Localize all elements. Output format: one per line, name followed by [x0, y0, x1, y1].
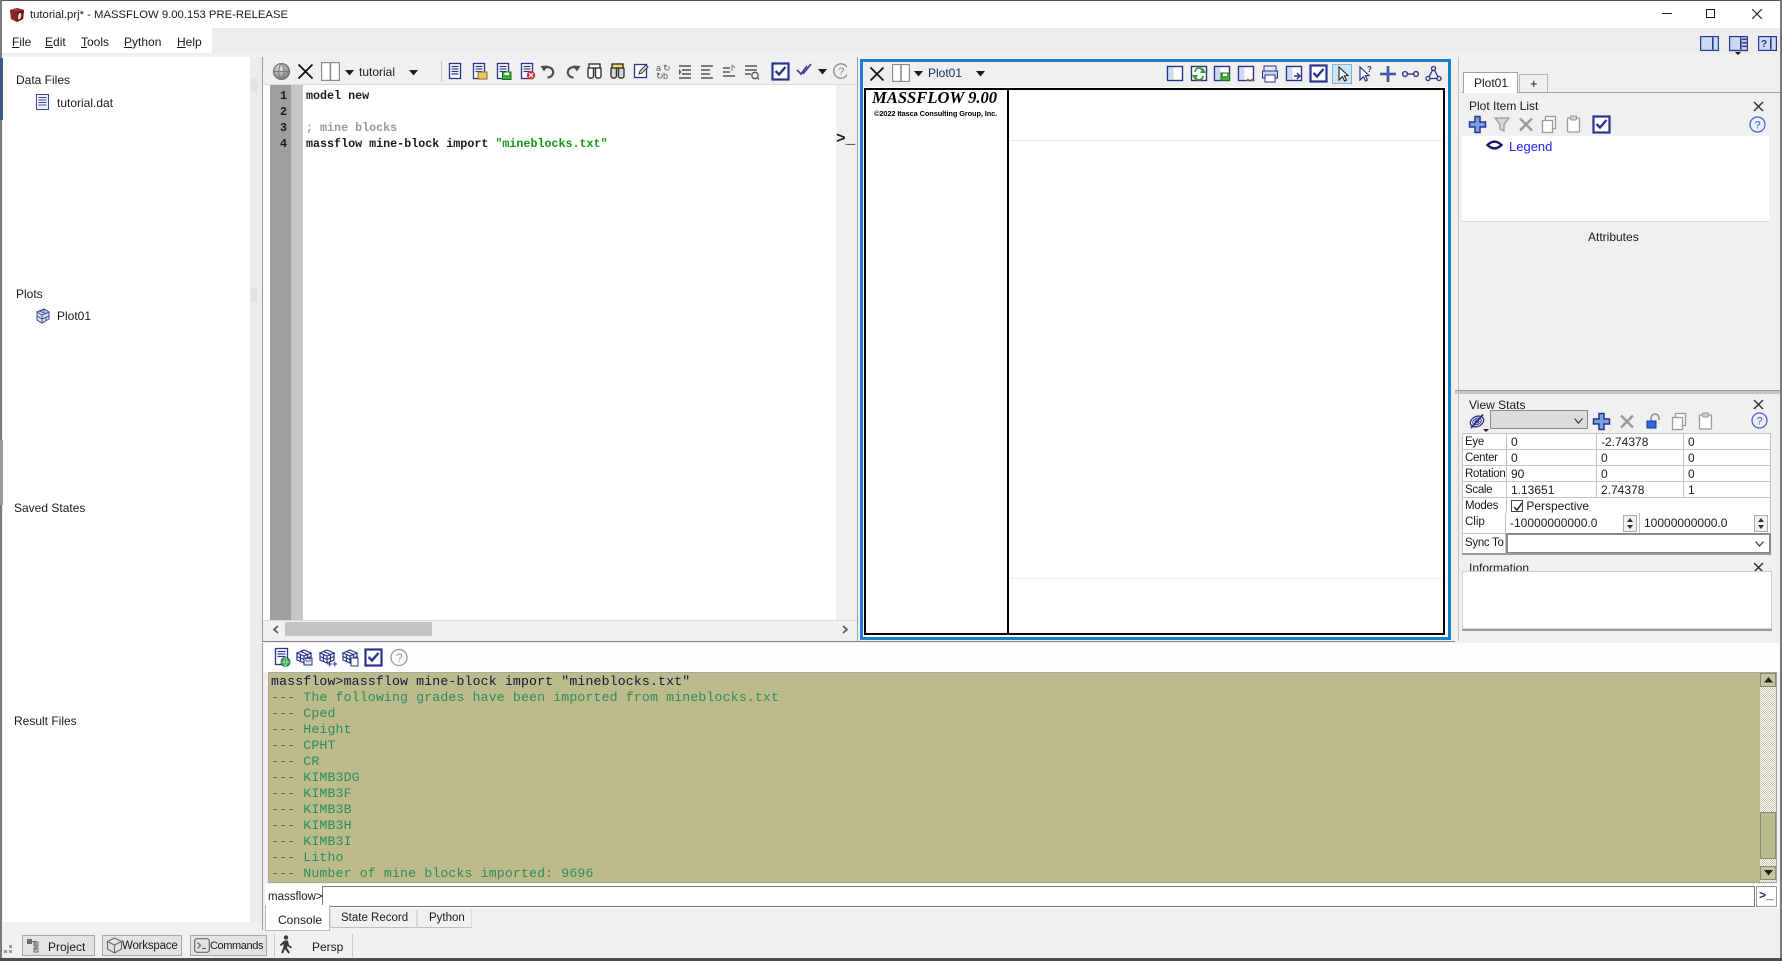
svg-text:?: ?	[1367, 65, 1372, 74]
svg-text:?: ?	[1757, 416, 1763, 428]
svg-text:b: b	[663, 71, 668, 81]
svg-text:++: ++	[327, 659, 338, 669]
svg-text:?: ?	[1761, 39, 1767, 50]
svg-text:?: ?	[396, 651, 403, 665]
svg-text:?: ?	[838, 66, 844, 78]
svg-text:?: ?	[1755, 120, 1761, 132]
